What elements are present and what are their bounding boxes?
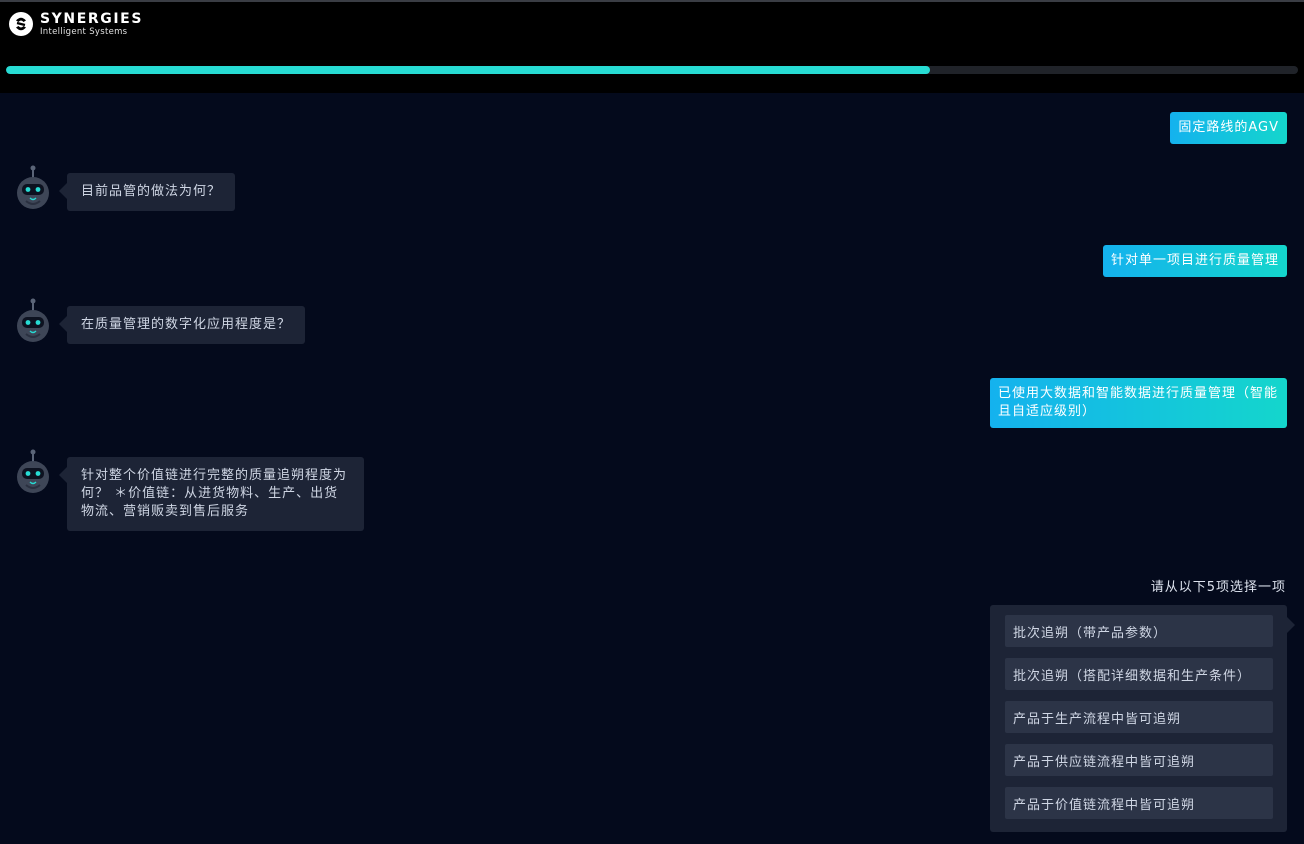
synergies-logo-icon [9, 12, 33, 36]
option-button[interactable]: 产品于生产流程中皆可追朔 [1005, 701, 1273, 733]
progress-bar-fill [6, 66, 930, 74]
options-panel: 批次追朔（带产品参数） 批次追朔（搭配详细数据和生产条件） 产品于生产流程中皆可… [990, 605, 1295, 832]
brand-title: SYNERGIES [40, 10, 144, 27]
user-message: 针对单一项目进行质量管理 [1102, 245, 1287, 277]
selection-prompt: 请从以下5项选择一项 [1150, 580, 1286, 595]
app-header: SYNERGIES Intelligent Systems [0, 0, 1304, 93]
chat-area: 固定路线的AGV 目前品管的做法为何？ 针对单一项目进行质量管理 在质量管理的数… [0, 93, 1304, 844]
bot-message: 在质量管理的数字化应用程度是？ [58, 306, 306, 344]
user-message: 固定路线的AGV [1170, 112, 1287, 144]
robot-avatar-icon [17, 298, 49, 342]
option-button[interactable]: 批次追朔（搭配详细数据和生产条件） [1005, 658, 1273, 690]
option-button[interactable]: 产品于供应链流程中皆可追朔 [1005, 744, 1273, 776]
bot-message-row: 目前品管的做法为何？ [14, 165, 236, 213]
robot-avatar-icon [17, 165, 49, 209]
bot-message-row: 针对整个价值链进行完整的质量追朔程度为何？ ＊价值链：从进货物料、生产、出货物流… [14, 449, 364, 531]
bot-message-row: 在质量管理的数字化应用程度是？ [14, 298, 306, 346]
option-button[interactable]: 产品于价值链流程中皆可追朔 [1005, 787, 1273, 819]
brand-subtitle: Intelligent Systems [40, 26, 128, 37]
option-button[interactable]: 批次追朔（带产品参数） [1005, 615, 1273, 647]
bot-message: 目前品管的做法为何？ [58, 173, 236, 211]
brand-logo: SYNERGIES Intelligent Systems [8, 11, 143, 37]
user-message: 已使用大数据和智能数据进行质量管理（智能且自适应级别） [990, 378, 1287, 428]
robot-avatar-icon [17, 449, 49, 493]
progress-bar [6, 66, 1298, 74]
bot-message: 针对整个价值链进行完整的质量追朔程度为何？ ＊价值链：从进货物料、生产、出货物流… [59, 457, 364, 531]
